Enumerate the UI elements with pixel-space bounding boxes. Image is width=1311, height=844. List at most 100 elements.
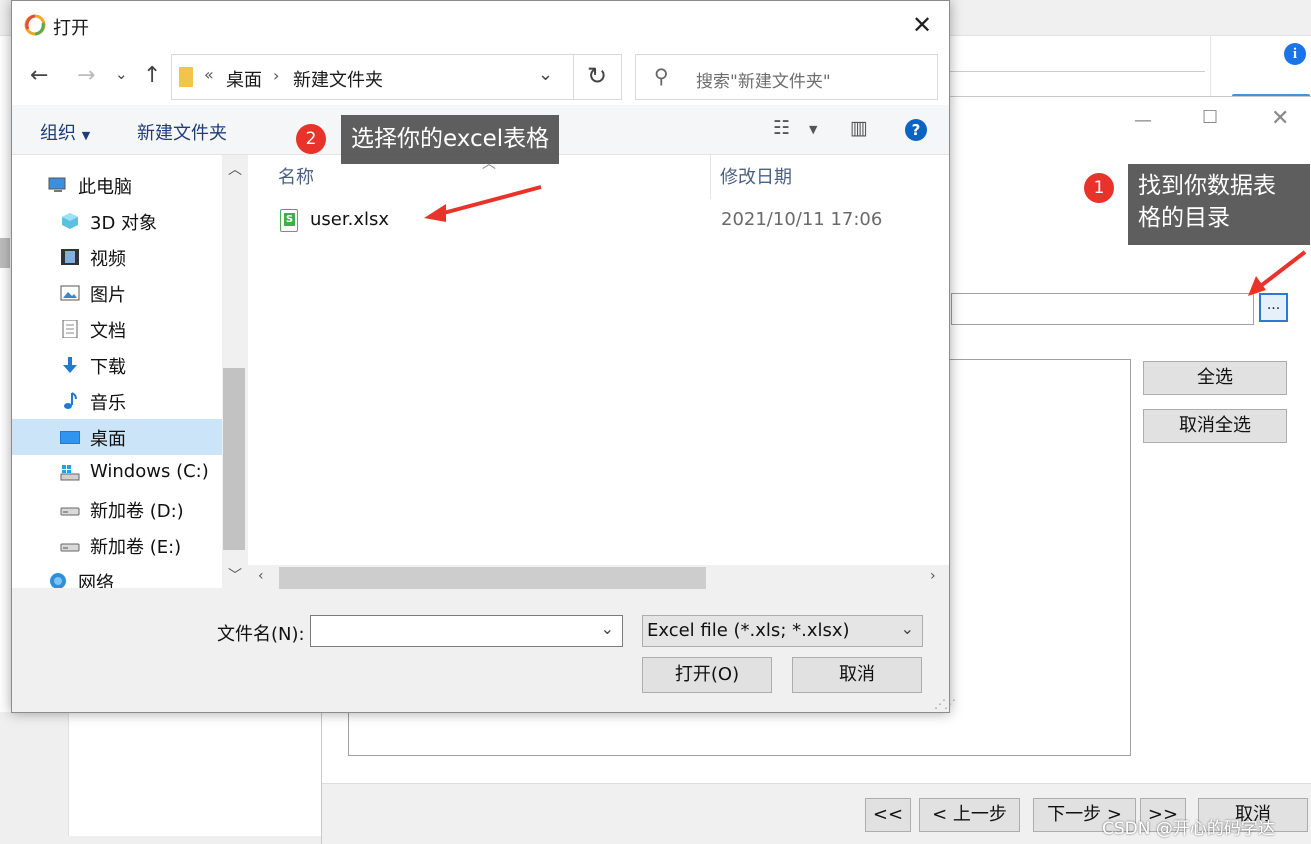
column-header-name[interactable]: 名称 — [278, 163, 314, 189]
up-arrow-icon[interactable]: ↑ — [143, 63, 161, 88]
minimize-icon[interactable]: — — [1134, 110, 1152, 131]
refresh-icon[interactable]: ↻ — [587, 62, 607, 90]
open-button[interactable]: 打开(O) — [642, 657, 772, 693]
step-1-callout-line1: 找到你数据表 — [1138, 173, 1276, 199]
excel-file-icon — [280, 209, 298, 232]
file-row[interactable]: user.xlsx 2021/10/11 17:06 — [268, 205, 928, 239]
address-separator — [573, 55, 574, 99]
close-icon[interactable]: ✕ — [1271, 106, 1289, 131]
sidebar-item[interactable]: 图片 — [12, 275, 222, 311]
scroll-down-chevron-icon[interactable]: ﹀ — [228, 565, 242, 585]
navicat-app-icon — [24, 14, 46, 36]
step-1-callout: 找到你数据表 格的目录 — [1128, 164, 1310, 245]
sidebar-item-label: 视频 — [90, 249, 126, 270]
back-arrow-icon[interactable]: ← — [30, 63, 48, 88]
filename-input[interactable]: ⌄ — [310, 615, 623, 647]
search-input[interactable]: ⚲ 搜索"新建文件夹" — [635, 54, 938, 100]
sidebar-item[interactable]: 此电脑 — [12, 167, 222, 203]
background-text-field[interactable] — [940, 40, 1205, 72]
sidebar-item[interactable]: 文档 — [12, 311, 222, 347]
resize-grip-icon[interactable]: ⋰⋰ — [934, 697, 956, 711]
dialog-titlebar: 打开 ✕ — [12, 1, 949, 49]
breadcrumb-new-folder[interactable]: 新建文件夹 — [293, 66, 383, 92]
windows-drive-icon — [60, 464, 80, 482]
search-placeholder: 搜索"新建文件夹" — [696, 72, 831, 92]
view-options-icon[interactable]: ☷ — [773, 117, 790, 139]
info-icon[interactable]: i — [1284, 43, 1306, 65]
new-folder-button[interactable]: 新建文件夹 — [137, 119, 227, 145]
dropdown-triangle-icon: ▼ — [81, 129, 91, 142]
drive-icon — [60, 536, 80, 554]
sidebar-item[interactable]: 下载 — [12, 347, 222, 383]
sidebar-item-label: 文档 — [90, 321, 126, 342]
document-icon — [60, 319, 80, 339]
address-dropdown-chevron-icon[interactable]: ⌄ — [538, 64, 553, 85]
filename-dropdown-chevron-icon[interactable]: ⌄ — [601, 619, 614, 638]
first-step-button[interactable]: << — [865, 798, 911, 832]
column-header-modified[interactable]: 修改日期 — [720, 163, 792, 189]
close-icon[interactable]: ✕ — [912, 11, 932, 39]
sidebar-item[interactable]: 3D 对象 — [12, 203, 222, 239]
drive-icon — [60, 500, 80, 518]
dialog-title: 打开 — [53, 18, 89, 39]
browse-button[interactable]: ... — [1259, 293, 1288, 322]
desktop-icon — [60, 428, 80, 446]
select-all-button[interactable]: 全选 — [1143, 361, 1287, 395]
column-divider[interactable] — [710, 155, 711, 199]
forward-arrow-icon[interactable]: → — [77, 63, 95, 88]
file-type-select[interactable]: Excel file (*.xls; *.xlsx) ⌄ — [642, 615, 923, 647]
preview-pane-icon[interactable]: ▥ — [850, 117, 868, 139]
network-icon — [48, 572, 68, 588]
sidebar-item[interactable]: Windows (C:) — [12, 455, 222, 491]
step-1-badge: 1 — [1084, 173, 1114, 203]
horizontal-scrollbar-thumb[interactable] — [279, 567, 706, 589]
search-icon: ⚲ — [654, 64, 669, 88]
sidebar-item[interactable]: 网络 — [12, 563, 222, 588]
deselect-all-button[interactable]: 取消全选 — [1143, 409, 1287, 443]
sidebar-item-label: 此电脑 — [78, 177, 132, 198]
sidebar-item-label: Windows (C:) — [90, 461, 209, 482]
organize-menu-button[interactable]: 组织 ▼ — [40, 119, 90, 145]
overflow-chevrons-icon[interactable]: « — [204, 65, 214, 84]
scroll-up-chevron-icon[interactable]: ︿ — [228, 159, 242, 179]
maximize-icon[interactable]: ☐ — [1202, 107, 1218, 128]
sidebar-item[interactable]: 视频 — [12, 239, 222, 275]
step-1-callout-line2: 格的目录 — [1138, 205, 1230, 231]
sidebar-item[interactable]: 音乐 — [12, 383, 222, 419]
import-file-path-input[interactable] — [951, 293, 1254, 325]
file-type-chevron-icon: ⌄ — [900, 619, 914, 638]
previous-step-button[interactable]: < 上一步 — [919, 798, 1020, 832]
breadcrumb-desktop[interactable]: 桌面 — [226, 66, 262, 92]
navigation-pane[interactable]: 此电脑 3D 对象视频图片文档下载音乐桌面 Windows (C:) 新加卷 (D:)… — [12, 155, 246, 588]
watermark: CSDN @开心的码字达 — [1102, 819, 1275, 839]
file-list-pane[interactable]: ︿ 名称 修改日期 user.xlsx 2021/10/11 17:06 ‹ › — [248, 155, 949, 591]
picture-icon — [60, 284, 80, 302]
file-name: user.xlsx — [310, 209, 390, 230]
sidebar-item-label: 音乐 — [90, 393, 126, 414]
scroll-right-chevron-icon[interactable]: › — [930, 568, 936, 584]
folder-icon — [179, 67, 193, 87]
recent-locations-chevron-icon[interactable]: ⌄ — [115, 65, 128, 83]
view-dropdown-icon[interactable]: ▼ — [809, 123, 817, 136]
navigation-scrollbar[interactable]: ︿ ﹀ — [222, 155, 246, 588]
breadcrumb-separator-icon: › — [273, 66, 280, 85]
cancel-button[interactable]: 取消 — [792, 657, 922, 693]
address-bar[interactable]: « 桌面 › 新建文件夹 ⌄ ↻ — [171, 54, 622, 100]
sidebar-item-label: 图片 — [90, 285, 126, 306]
organize-label: 组织 — [40, 123, 76, 144]
help-icon[interactable]: ? — [905, 119, 927, 141]
sidebar-item-label: 新加卷 (E:) — [90, 537, 182, 558]
sidebar-item[interactable]: 新加卷 (D:) — [12, 491, 222, 527]
computer-icon — [48, 176, 68, 194]
scroll-left-chevron-icon[interactable]: ‹ — [258, 568, 264, 584]
background-left-strip — [0, 238, 10, 268]
horizontal-scrollbar[interactable]: ‹ › — [248, 565, 949, 591]
file-type-value: Excel file (*.xls; *.xlsx) — [647, 620, 850, 641]
scrollbar-thumb[interactable] — [223, 368, 245, 550]
download-icon — [60, 356, 80, 374]
film-icon — [60, 248, 80, 266]
sidebar-item-label: 网络 — [78, 573, 114, 588]
sidebar-item[interactable]: 桌面 — [12, 419, 222, 455]
sidebar-item[interactable]: 新加卷 (E:) — [12, 527, 222, 563]
address-row: ← → ⌄ ↑ « 桌面 › 新建文件夹 ⌄ ↻ ⚲ 搜索"新建文件夹" — [12, 49, 949, 105]
